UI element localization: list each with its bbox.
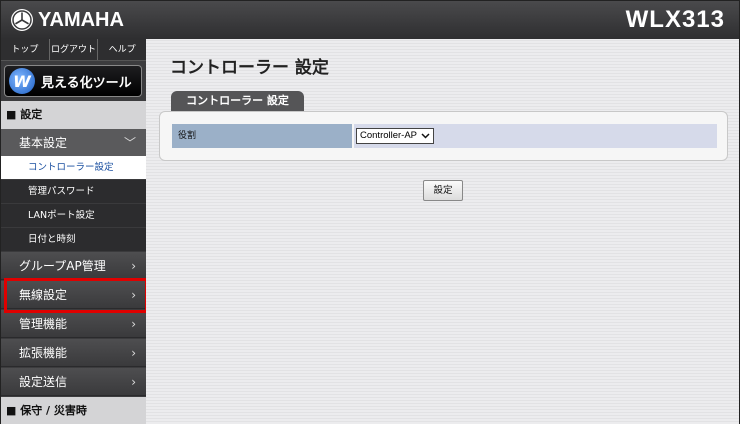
sidebar-item-group-ap[interactable]: グループAP管理 › <box>1 252 146 280</box>
chevron-down-icon: ﹀ <box>123 136 136 150</box>
nav-top-link[interactable]: トップ <box>1 39 50 60</box>
yamaha-logo: YAMAHA <box>11 8 124 32</box>
page-title: コントローラー 設定 <box>170 58 329 78</box>
settings-panel: 役割 Controller-AP <box>159 111 728 161</box>
role-select-value: Controller-AP <box>360 130 418 141</box>
sidebar: トップ ログアウト ヘルプ W 見える化ツール ■ 設定 基本設定 ﹀ コントロ… <box>1 39 146 424</box>
nav-help-link[interactable]: ヘルプ <box>98 39 146 60</box>
model-name: WLX313 <box>625 6 725 33</box>
sidebar-item-label: 無線設定 <box>19 288 68 302</box>
visualize-tool-button[interactable]: W 見える化ツール <box>4 65 142 97</box>
main-content: コントローラー 設定 コントローラー 設定 役割 Controller-AP 設… <box>146 39 739 424</box>
maintenance-section-header: ■ 保守 / 災害時 <box>1 397 146 424</box>
sidebar-item-basic-settings[interactable]: 基本設定 ﹀ <box>1 129 146 157</box>
sidebar-item-label: 基本設定 <box>19 136 68 150</box>
sidebar-item-wireless[interactable]: 無線設定 › <box>1 281 146 309</box>
sidebar-subitem-lan-port[interactable]: LANポート設定 <box>1 204 146 228</box>
sidebar-item-management[interactable]: 管理機能 › <box>1 310 146 338</box>
sidebar-item-label: 設定送信 <box>19 375 68 389</box>
sidebar-item-label: 管理機能 <box>19 317 68 331</box>
submit-button[interactable]: 設定 <box>423 180 463 201</box>
top-nav: トップ ログアウト ヘルプ <box>1 39 146 61</box>
app-header: YAMAHA WLX313 <box>1 1 739 39</box>
visualize-tool-icon: W <box>9 68 35 94</box>
nav-logout-link[interactable]: ログアウト <box>50 39 99 60</box>
role-select[interactable]: Controller-AP <box>356 128 435 144</box>
sidebar-item-config-send[interactable]: 設定送信 › <box>1 368 146 396</box>
role-label: 役割 <box>172 124 352 148</box>
chevron-right-icon: › <box>131 346 136 360</box>
tab-controller-settings[interactable]: コントローラー 設定 <box>171 91 304 111</box>
chevron-right-icon: › <box>131 288 136 302</box>
sidebar-item-label: グループAP管理 <box>19 259 106 273</box>
chevron-right-icon: › <box>131 375 136 389</box>
sidebar-item-extensions[interactable]: 拡張機能 › <box>1 339 146 367</box>
chevron-right-icon: › <box>131 317 136 331</box>
sidebar-subitem-admin-password[interactable]: 管理パスワード <box>1 180 146 204</box>
chevron-right-icon: › <box>131 259 136 273</box>
visualize-tool-label: 見える化ツール <box>41 75 132 91</box>
sidebar-subitem-controller-settings[interactable]: コントローラー設定 <box>1 156 146 180</box>
settings-section-header: ■ 設定 <box>1 101 146 129</box>
sidebar-item-label: 拡張機能 <box>19 346 68 360</box>
role-value-cell: Controller-AP <box>354 124 717 148</box>
yamaha-tuning-fork-icon <box>11 9 33 31</box>
role-row: 役割 Controller-AP <box>172 124 717 148</box>
sidebar-subitem-date-time[interactable]: 日付と時刻 <box>1 228 146 252</box>
chevron-down-icon <box>421 133 430 139</box>
brand-name: YAMAHA <box>38 8 124 31</box>
